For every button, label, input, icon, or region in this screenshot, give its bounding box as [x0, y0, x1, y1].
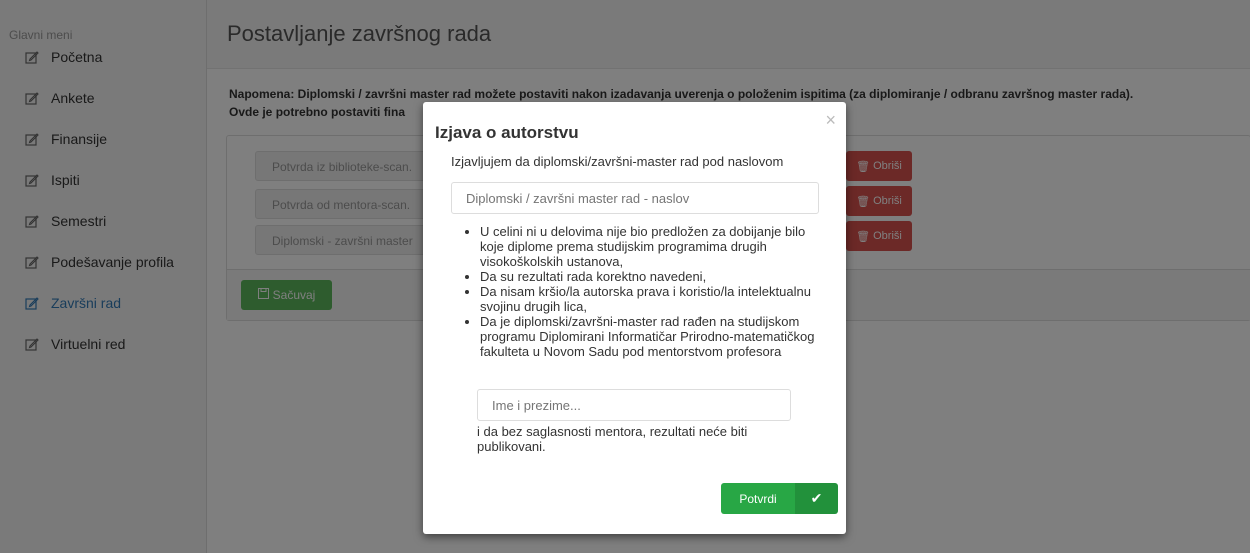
modal-title: Izjava o autorstvu — [435, 123, 579, 142]
list-item: Da je diplomski/završni-master rad rađen… — [480, 314, 820, 359]
confirm-label: Potvrdi — [721, 483, 795, 514]
statement-list: U celini ni u delovima nije bio predlože… — [480, 224, 820, 359]
list-item: Da nisam kršio/la autorska prava i koris… — [480, 284, 820, 314]
list-item: Da su rezultati rada korektno navedeni, — [480, 269, 820, 284]
close-icon[interactable]: × — [825, 110, 836, 131]
thesis-title-input[interactable] — [451, 182, 819, 214]
confirm-button[interactable]: Potvrdi ✔ — [721, 483, 838, 514]
mentor-name-input[interactable] — [477, 389, 791, 421]
modal-outro: i da bez saglasnosti mentora, rezultati … — [477, 424, 748, 454]
check-icon: ✔ — [795, 483, 838, 514]
author-statement-modal: × Izjava o autorstvu Izjavljujem da dipl… — [423, 102, 846, 534]
modal-intro: Izjavljujem da diplomski/završni-master … — [451, 154, 784, 169]
list-item: U celini ni u delovima nije bio predlože… — [480, 224, 820, 269]
